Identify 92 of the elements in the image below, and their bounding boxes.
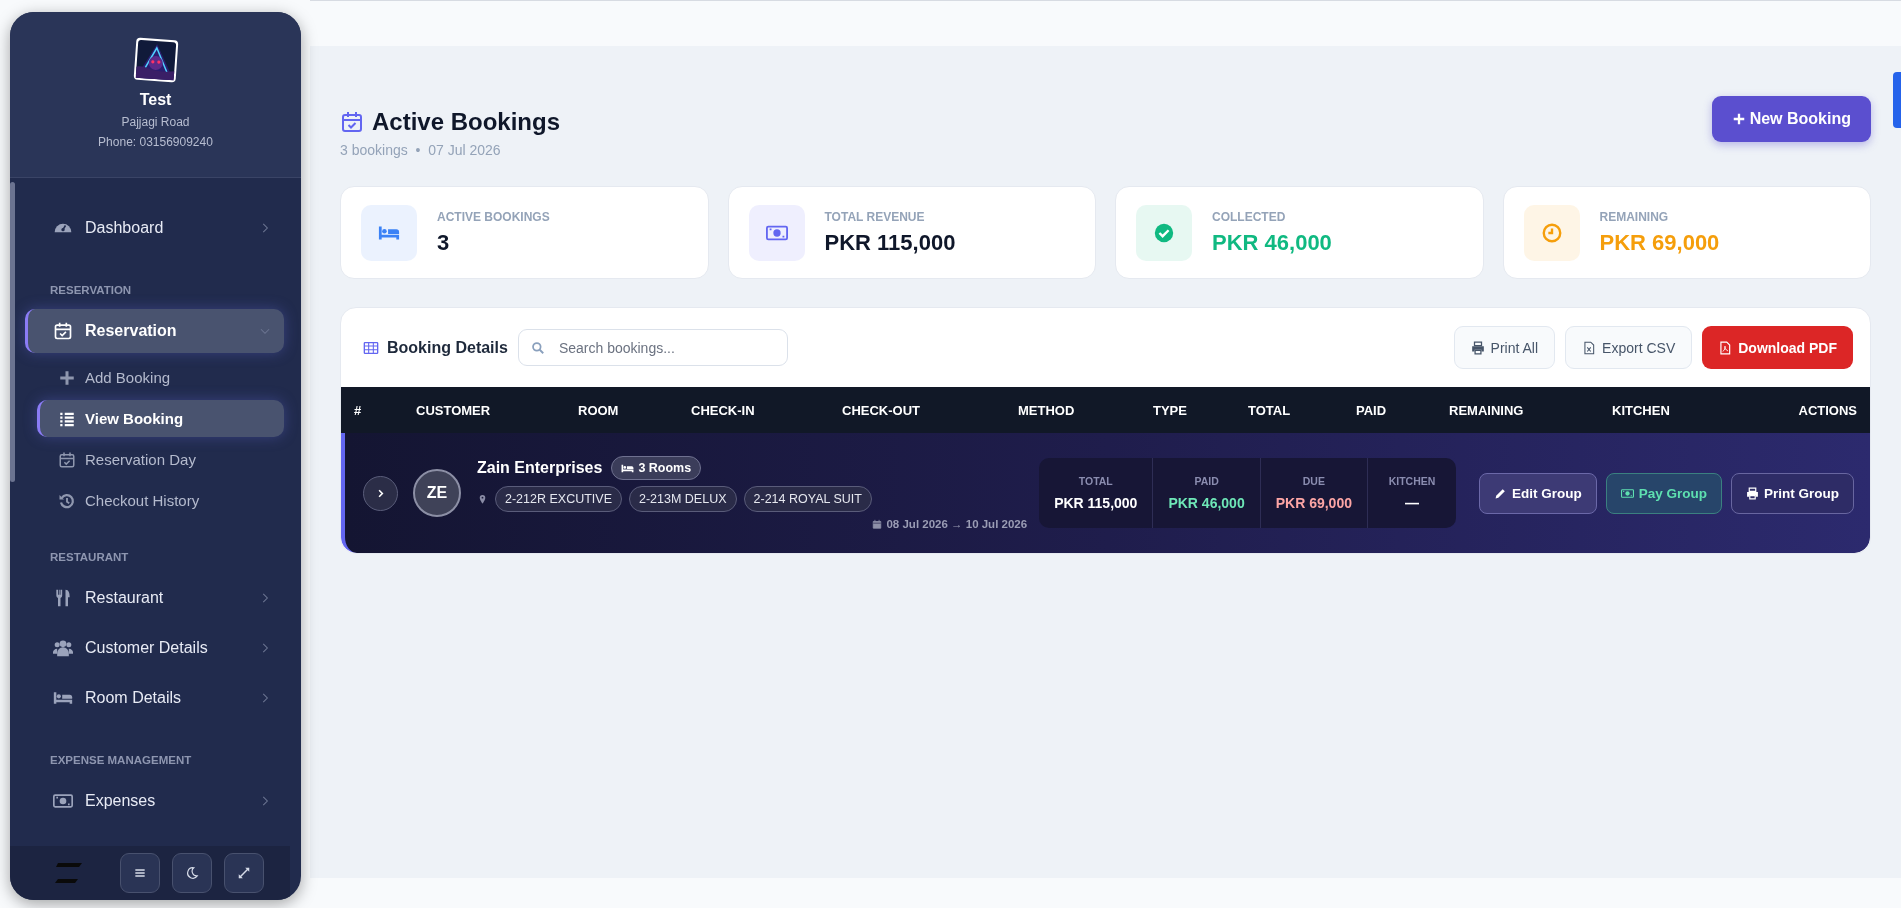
sidebar-subitem[interactable]: Add Booking xyxy=(37,359,284,396)
column-header: METHOD xyxy=(1018,402,1076,418)
customer-name: Zain Enterprises xyxy=(477,459,603,477)
room-tag: 2-213M DELUX xyxy=(629,486,737,512)
stat-value: PKR 115,000 xyxy=(824,229,956,256)
sidebar-item[interactable]: Dashboard xyxy=(25,206,284,250)
avatar: ZE xyxy=(413,469,461,517)
column-header: ROOM xyxy=(578,402,620,418)
stat-value: PKR 46,000 xyxy=(1212,229,1332,256)
summary-label: TOTAL xyxy=(1078,475,1113,487)
sidebar-item[interactable]: Room Details xyxy=(25,676,284,720)
sidebar-item[interactable]: Expenses xyxy=(25,779,284,823)
banknote-icon xyxy=(1620,486,1634,500)
summary-value: PKR 46,000 xyxy=(1168,495,1245,511)
utensils-icon xyxy=(53,588,73,608)
export-csv-button[interactable]: Export CSV xyxy=(1565,326,1693,369)
clock-icon xyxy=(1540,221,1563,244)
logo-icon xyxy=(54,862,84,884)
summary-label: KITCHEN xyxy=(1388,475,1436,487)
sidebar-subitem[interactable]: View Booking xyxy=(37,400,284,437)
sidebar-subitem[interactable]: Checkout History xyxy=(37,482,284,519)
stay-dates: 08 Jul 2026 → 10 Jul 2026 xyxy=(886,518,1028,530)
section-heading: EXPENSE MANAGEMENT xyxy=(49,754,193,766)
profile-name: Test xyxy=(139,91,172,109)
room-tag: 2-212R EXCUTIVE xyxy=(495,486,622,512)
column-header: CUSTOMER xyxy=(416,402,492,418)
scrollbar-thumb[interactable] xyxy=(10,182,15,482)
summary-value: — xyxy=(1405,495,1419,511)
column-header: # xyxy=(354,402,363,418)
profile-address: Pajjagi Road xyxy=(121,115,190,129)
column-header: KITCHEN xyxy=(1612,402,1671,418)
expand-icon xyxy=(237,866,251,880)
download-pdf-button[interactable]: Download PDF xyxy=(1702,326,1853,369)
page-subtitle: 3 bookings • 07 Jul 2026 xyxy=(340,142,502,158)
column-header: CHECK-IN xyxy=(691,402,756,418)
stat-label: TOTAL REVENUE xyxy=(824,209,926,224)
pin-icon xyxy=(477,493,488,505)
menu-button[interactable] xyxy=(120,853,160,893)
sidebar-item[interactable]: Customer Details xyxy=(25,626,284,670)
sidebar-item[interactable]: Restaurant xyxy=(25,576,284,620)
sidebar-subitem[interactable]: Reservation Day xyxy=(37,441,284,478)
column-header: ACTIONS xyxy=(1797,402,1857,418)
pay-group-button[interactable]: Pay Group xyxy=(1605,472,1722,514)
room-tag: 2-214 ROYAL SUIT xyxy=(743,486,872,512)
rooms-count: 3 Rooms xyxy=(638,461,692,475)
printer-icon xyxy=(1746,486,1759,500)
calendar-icon xyxy=(58,450,76,469)
printer-icon xyxy=(1470,340,1485,355)
plus-icon xyxy=(1731,112,1746,126)
expand-button[interactable] xyxy=(363,475,398,511)
table-title: Booking Details xyxy=(387,338,508,357)
summary-value: PKR 69,000 xyxy=(1275,495,1352,511)
column-header: CHECK-OUT xyxy=(842,402,921,418)
column-header: TOTAL xyxy=(1248,402,1292,418)
history-icon xyxy=(58,491,76,510)
file-icon xyxy=(1582,340,1597,355)
pdf-file-icon xyxy=(1718,340,1733,355)
scrollbar-thumb[interactable] xyxy=(1893,72,1901,128)
stat-label: REMAINING xyxy=(1599,209,1670,224)
table-icon xyxy=(363,339,379,356)
moon-icon xyxy=(185,866,199,880)
calendar-icon xyxy=(872,519,883,529)
section-heading: RESERVATION xyxy=(49,284,133,296)
print-group-button[interactable]: Print Group xyxy=(1731,472,1854,514)
profile-phone: Phone: 03156909240 xyxy=(98,135,213,149)
plus-icon xyxy=(58,368,76,387)
stat-value: PKR 69,000 xyxy=(1599,229,1720,256)
stat-label: ACTIVE BOOKINGS xyxy=(437,209,550,224)
pencil-icon xyxy=(1494,486,1507,500)
column-header: REMAINING xyxy=(1449,402,1525,418)
banknote-icon xyxy=(53,791,73,811)
print-all-button[interactable]: Print All xyxy=(1453,326,1556,369)
edit-group-button[interactable]: Edit Group xyxy=(1479,472,1597,514)
column-header: PAID xyxy=(1356,402,1388,418)
calendar-icon xyxy=(340,110,364,134)
users-icon xyxy=(53,638,73,658)
new-booking-button[interactable]: New Booking xyxy=(1711,96,1871,142)
fullscreen-button[interactable] xyxy=(224,853,264,893)
search-field[interactable]: Search bookings... xyxy=(517,329,788,366)
section-heading: RESTAURANT xyxy=(49,551,130,563)
summary-label: DUE xyxy=(1302,475,1325,487)
theme-button[interactable] xyxy=(172,853,212,893)
calendar-icon xyxy=(53,321,73,341)
page-title: Active Bookings xyxy=(372,108,561,136)
stat-label: COLLECTED xyxy=(1212,209,1287,224)
sidebar-item[interactable]: Reservation xyxy=(25,309,284,353)
column-header: TYPE xyxy=(1153,402,1188,418)
menu-icon xyxy=(133,866,147,880)
summary-label: PAID xyxy=(1194,475,1219,487)
summary-value: PKR 115,000 xyxy=(1054,495,1138,511)
check-circle-icon xyxy=(1153,221,1175,244)
stat-value: 3 xyxy=(437,229,451,256)
